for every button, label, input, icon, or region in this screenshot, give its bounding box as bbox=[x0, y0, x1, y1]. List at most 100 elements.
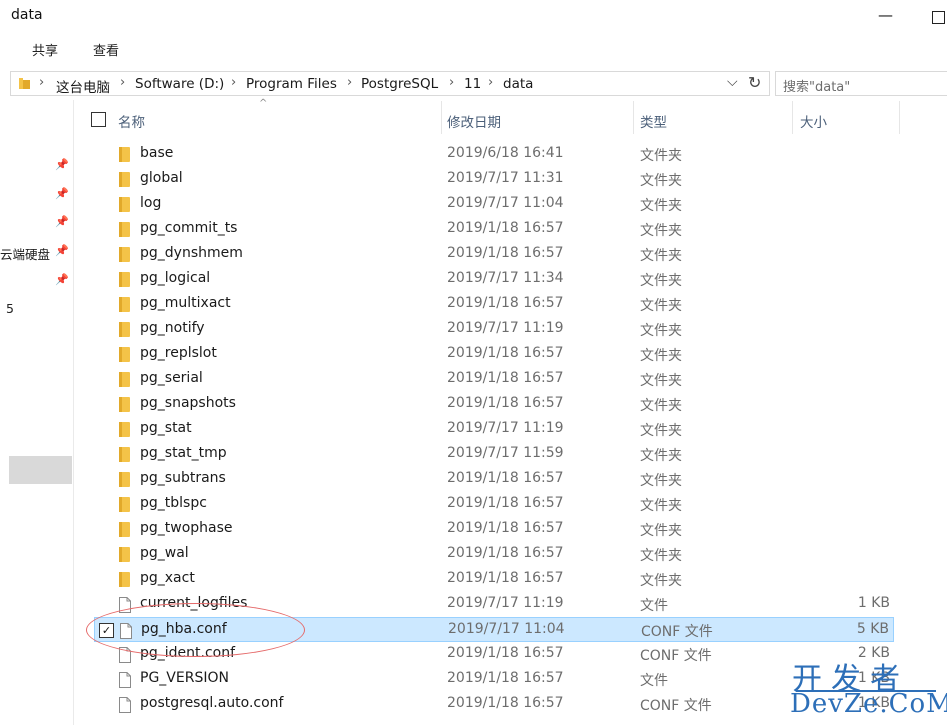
file-row[interactable]: pg_notify 2019/7/17 11:19 文件夹 bbox=[94, 317, 894, 342]
column-header-type[interactable]: 类型 bbox=[640, 111, 667, 131]
file-row[interactable]: pg_commit_ts 2019/1/18 16:57 文件夹 bbox=[94, 217, 894, 242]
file-row[interactable]: pg_snapshots 2019/1/18 16:57 文件夹 bbox=[94, 392, 894, 417]
folder-icon bbox=[119, 347, 130, 362]
nav-item-selected[interactable] bbox=[9, 456, 72, 484]
file-size: 1 KB bbox=[857, 595, 890, 611]
file-type: CONF 文件 bbox=[641, 624, 713, 640]
file-type: CONF 文件 bbox=[640, 648, 712, 664]
file-row[interactable]: pg_stat_tmp 2019/7/17 11:59 文件夹 bbox=[94, 442, 894, 467]
ribbon-tab-share[interactable]: 共享 bbox=[32, 40, 58, 59]
crumb-drive[interactable]: Software (D:) bbox=[135, 76, 224, 92]
file-row[interactable]: pg_twophase 2019/1/18 16:57 文件夹 bbox=[94, 517, 894, 542]
file-type: 文件夹 bbox=[640, 548, 682, 564]
pin-icon[interactable]: 📌 bbox=[55, 187, 69, 200]
sort-caret-icon: ^ bbox=[259, 98, 268, 109]
maximize-button[interactable] bbox=[932, 11, 945, 24]
folder-icon bbox=[119, 172, 130, 187]
address-bar[interactable]: › 这台电脑 › Software (D:) › Program Files ›… bbox=[10, 71, 770, 96]
file-name: pg_tblspc bbox=[140, 495, 207, 511]
column-header-size[interactable]: 大小 bbox=[800, 111, 827, 131]
select-all-checkbox[interactable] bbox=[91, 112, 106, 127]
file-type: 文件夹 bbox=[640, 173, 682, 189]
crumb-postgresql[interactable]: PostgreSQL bbox=[361, 76, 438, 92]
file-row[interactable]: pg_replslot 2019/1/18 16:57 文件夹 bbox=[94, 342, 894, 367]
column-divider[interactable] bbox=[792, 101, 793, 134]
file-name: PG_VERSION bbox=[140, 670, 229, 686]
minimize-button[interactable]: — bbox=[878, 6, 893, 24]
file-size: 5 KB bbox=[856, 621, 889, 637]
file-date: 2019/1/18 16:57 bbox=[447, 245, 564, 261]
file-date: 2019/7/17 11:19 bbox=[447, 595, 564, 611]
pin-icon[interactable]: 📌 bbox=[55, 244, 69, 257]
column-divider[interactable] bbox=[899, 101, 900, 134]
file-name: pg_stat_tmp bbox=[140, 445, 227, 461]
file-row[interactable]: pg_subtrans 2019/1/18 16:57 文件夹 bbox=[94, 467, 894, 492]
file-row[interactable]: global 2019/7/17 11:31 文件夹 bbox=[94, 167, 894, 192]
nav-item-partial[interactable]: 5 bbox=[6, 301, 14, 316]
chevron-right-icon: › bbox=[488, 75, 494, 90]
pin-icon[interactable]: 📌 bbox=[55, 273, 69, 286]
file-date: 2019/1/18 16:57 bbox=[447, 220, 564, 236]
chevron-right-icon: › bbox=[39, 75, 45, 90]
file-name: pg_xact bbox=[140, 570, 195, 586]
chevron-right-icon: › bbox=[449, 75, 455, 90]
file-row[interactable]: PG_VERSION 2019/1/18 16:57 文件 1 KB bbox=[94, 667, 894, 692]
ribbon-tab-view[interactable]: 查看 bbox=[93, 40, 119, 59]
file-date: 2019/7/17 11:34 bbox=[447, 270, 564, 286]
file-row[interactable]: pg_serial 2019/1/18 16:57 文件夹 bbox=[94, 367, 894, 392]
column-header-name[interactable]: 名称 bbox=[118, 111, 145, 131]
folder-icon bbox=[119, 522, 130, 537]
file-name: pg_twophase bbox=[140, 520, 233, 536]
folder-icon bbox=[119, 297, 130, 312]
file-date: 2019/1/18 16:57 bbox=[447, 645, 564, 661]
file-row[interactable]: pg_tblspc 2019/1/18 16:57 文件夹 bbox=[94, 492, 894, 517]
chevron-right-icon: › bbox=[347, 75, 353, 90]
file-name: pg_serial bbox=[140, 370, 203, 386]
file-date: 2019/1/18 16:57 bbox=[447, 670, 564, 686]
file-date: 2019/7/17 11:19 bbox=[447, 420, 564, 436]
window-title: data bbox=[11, 7, 43, 23]
column-header-date[interactable]: 修改日期 bbox=[447, 111, 501, 131]
file-type: 文件夹 bbox=[640, 523, 682, 539]
search-input[interactable]: 搜索"data" bbox=[775, 71, 947, 96]
folder-icon bbox=[119, 447, 130, 462]
chevron-down-icon[interactable]: ⌵ bbox=[727, 74, 738, 90]
highlight-ellipse bbox=[86, 603, 305, 657]
file-name: pg_replslot bbox=[140, 345, 217, 361]
file-type: 文件夹 bbox=[640, 273, 682, 289]
file-row[interactable]: pg_stat 2019/7/17 11:19 文件夹 bbox=[94, 417, 894, 442]
pin-icon[interactable]: 📌 bbox=[55, 158, 69, 171]
folder-icon bbox=[119, 147, 130, 162]
crumb-program-files[interactable]: Program Files bbox=[246, 76, 337, 92]
pin-icon[interactable]: 📌 bbox=[55, 215, 69, 228]
folder-icon bbox=[119, 272, 130, 287]
file-date: 2019/7/17 11:19 bbox=[447, 320, 564, 336]
file-row[interactable]: base 2019/6/18 16:41 文件夹 bbox=[94, 142, 894, 167]
file-name: pg_multixact bbox=[140, 295, 231, 311]
column-divider[interactable] bbox=[441, 101, 442, 134]
folder-icon bbox=[119, 197, 130, 212]
folder-icon bbox=[19, 78, 30, 89]
file-row[interactable]: log 2019/7/17 11:04 文件夹 bbox=[94, 192, 894, 217]
file-type: 文件夹 bbox=[640, 248, 682, 264]
file-name: pg_snapshots bbox=[140, 395, 236, 411]
crumb-11[interactable]: 11 bbox=[464, 76, 481, 92]
file-name: global bbox=[140, 170, 183, 186]
crumb-this-pc[interactable]: 这台电脑 bbox=[56, 76, 110, 96]
file-type: 文件夹 bbox=[640, 398, 682, 414]
file-row[interactable]: pg_multixact 2019/1/18 16:57 文件夹 bbox=[94, 292, 894, 317]
folder-icon bbox=[119, 572, 130, 587]
file-row[interactable]: pg_dynshmem 2019/1/18 16:57 文件夹 bbox=[94, 242, 894, 267]
file-date: 2019/1/18 16:57 bbox=[447, 370, 564, 386]
file-row[interactable]: postgresql.auto.conf 2019/1/18 16:57 CONF … bbox=[94, 692, 894, 717]
file-type: 文件夹 bbox=[640, 448, 682, 464]
file-row[interactable]: pg_xact 2019/1/18 16:57 文件夹 bbox=[94, 567, 894, 592]
file-type: 文件夹 bbox=[640, 473, 682, 489]
column-divider[interactable] bbox=[633, 101, 634, 134]
file-row[interactable]: pg_wal 2019/1/18 16:57 文件夹 bbox=[94, 542, 894, 567]
refresh-icon[interactable]: ↻ bbox=[748, 73, 761, 92]
crumb-data[interactable]: data bbox=[503, 76, 533, 92]
nav-item-cloud-drive[interactable]: 云端硬盘 bbox=[0, 244, 50, 263]
file-row[interactable]: pg_logical 2019/7/17 11:34 文件夹 bbox=[94, 267, 894, 292]
file-type: CONF 文件 bbox=[640, 698, 712, 714]
